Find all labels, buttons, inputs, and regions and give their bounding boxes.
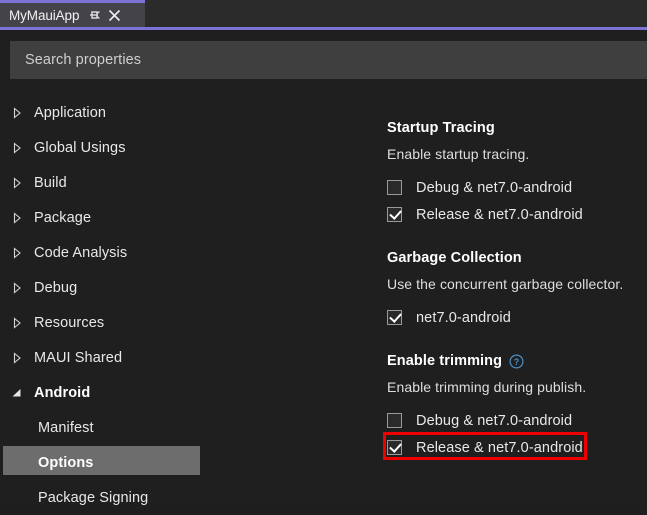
group-description: Enable trimming during publish.: [387, 379, 587, 395]
sidebar-item-resources[interactable]: Resources: [0, 305, 370, 340]
sidebar-item-label: Build: [34, 174, 67, 191]
checkbox-row-gc-net7[interactable]: net7.0-android: [387, 304, 642, 331]
sidebar-item-options[interactable]: Options: [0, 445, 370, 480]
sidebar-item-label: Application: [34, 104, 107, 121]
accent-underline: [0, 27, 647, 30]
chevron-right-icon[interactable]: [11, 176, 23, 189]
chevron-down-icon[interactable]: [11, 387, 23, 399]
checkbox-row-trimming-release[interactable]: Release & net7.0-android: [383, 432, 642, 461]
sidebar-item-label: Android: [34, 384, 91, 401]
checkbox-row-startup-debug[interactable]: Debug & net7.0-android: [387, 174, 642, 201]
sidebar-item-maui-shared[interactable]: MAUI Shared: [0, 340, 370, 375]
checkbox-row-startup-release[interactable]: Release & net7.0-android: [387, 201, 642, 228]
svg-text:?: ?: [514, 357, 520, 367]
checkbox-checked-icon[interactable]: [387, 310, 402, 325]
group-garbage-collection: Garbage Collection Use the concurrent ga…: [387, 250, 642, 331]
sidebar-item-label: Options: [38, 454, 94, 471]
checkbox-label: Release & net7.0-android: [416, 439, 583, 456]
checkbox-label: Debug & net7.0-android: [416, 179, 573, 196]
sidebar-item-code-analysis[interactable]: Code Analysis: [0, 235, 370, 270]
chevron-right-icon[interactable]: [11, 316, 23, 329]
sidebar-item-application[interactable]: Application: [0, 95, 370, 130]
sidebar-item-manifest[interactable]: Manifest: [0, 410, 370, 445]
chevron-right-icon[interactable]: [11, 246, 23, 259]
group-description: Use the concurrent garbage collector.: [387, 276, 624, 292]
group-title-text: Enable trimming: [387, 353, 503, 369]
sidebar-item-label: Resources: [34, 314, 105, 331]
sidebar-item-label: Package: [34, 209, 92, 226]
close-icon[interactable]: [108, 9, 121, 22]
sidebar-item-android[interactable]: Android: [0, 375, 370, 410]
search-placeholder: Search properties: [25, 52, 142, 68]
group-title: Enable trimming ?: [387, 353, 642, 369]
properties-tree: Application Global Usings Build Package: [0, 95, 370, 515]
sidebar-item-package-signing[interactable]: Package Signing: [0, 480, 370, 515]
checkbox-label: Debug & net7.0-android: [416, 412, 573, 429]
group-description: Enable startup tracing.: [387, 146, 530, 162]
help-circle-icon[interactable]: ?: [509, 353, 524, 369]
properties-pane: Startup Tracing Enable startup tracing. …: [383, 120, 642, 483]
chevron-right-icon[interactable]: [11, 106, 23, 119]
chevron-right-icon[interactable]: [11, 211, 23, 224]
tab-strip: MyMauiApp: [0, 0, 647, 27]
chevron-right-icon[interactable]: [11, 281, 23, 294]
sidebar-item-label: Global Usings: [34, 139, 126, 156]
sidebar-item-debug[interactable]: Debug: [0, 270, 370, 305]
sidebar-item-label: Code Analysis: [34, 244, 128, 261]
sidebar-item-label: MAUI Shared: [34, 349, 123, 366]
checkbox-checked-icon[interactable]: [387, 440, 402, 455]
tab-mymauiapp[interactable]: MyMauiApp: [0, 0, 145, 27]
pin-icon[interactable]: [87, 8, 101, 22]
properties-editor-window: MyMauiApp Search properties Application …: [0, 0, 647, 509]
group-title-text: Garbage Collection: [387, 250, 522, 266]
sidebar-item-build[interactable]: Build: [0, 165, 370, 200]
checkbox-checked-icon[interactable]: [387, 207, 402, 222]
sidebar-item-package[interactable]: Package: [0, 200, 370, 235]
group-title-text: Startup Tracing: [387, 120, 495, 136]
search-input[interactable]: Search properties: [10, 41, 647, 79]
checkbox-label: Release & net7.0-android: [416, 206, 583, 223]
checkbox-label: net7.0-android: [416, 309, 511, 326]
group-enable-trimming: Enable trimming ? Enable trimming during…: [383, 353, 642, 461]
sidebar-item-label: Package Signing: [38, 489, 149, 506]
chevron-right-icon[interactable]: [11, 351, 23, 364]
sidebar-item-label: Debug: [34, 279, 78, 296]
checkbox-unchecked-icon[interactable]: [387, 413, 402, 428]
chevron-right-icon[interactable]: [11, 141, 23, 154]
checkbox-row-trimming-debug[interactable]: Debug & net7.0-android: [387, 407, 642, 434]
checkbox-unchecked-icon[interactable]: [387, 180, 402, 195]
group-title: Garbage Collection: [387, 250, 642, 266]
group-title: Startup Tracing: [387, 120, 642, 136]
group-startup-tracing: Startup Tracing Enable startup tracing. …: [387, 120, 642, 228]
sidebar-item-global-usings[interactable]: Global Usings: [0, 130, 370, 165]
tab-title: MyMauiApp: [9, 7, 80, 23]
sidebar-item-label: Manifest: [38, 419, 94, 436]
selection-highlight: [3, 446, 200, 475]
